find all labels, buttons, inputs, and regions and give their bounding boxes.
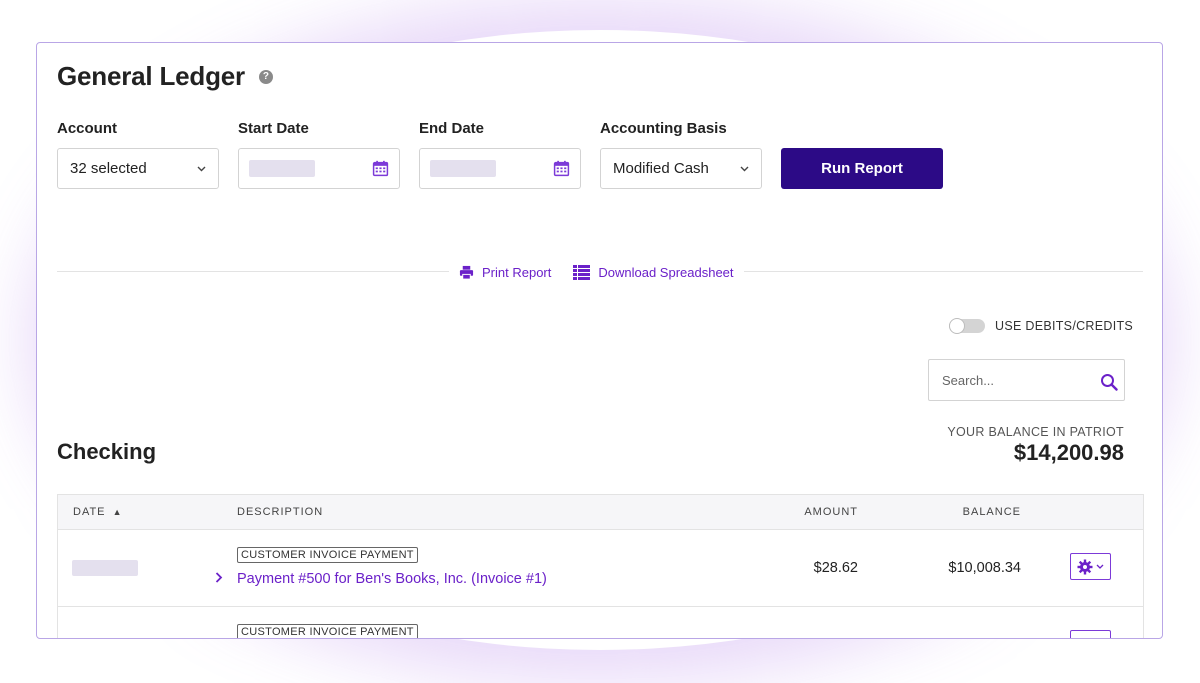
table-row: CUSTOMER INVOICE PAYMENT Payment #500 fo… bbox=[58, 530, 1143, 607]
debits-credits-toggle[interactable] bbox=[949, 318, 985, 334]
print-report-link[interactable]: Print Report bbox=[459, 265, 551, 280]
balance-column-header: BALANCE bbox=[962, 506, 1021, 518]
table-header: DATE ▲ DESCRIPTION AMOUNT BALANCE bbox=[58, 495, 1143, 530]
gear-icon bbox=[1077, 559, 1093, 574]
accounting-basis-field: Accounting Basis Modified Cash bbox=[600, 120, 762, 189]
balance-value: $14,200.98 bbox=[1013, 440, 1124, 465]
balance-label: YOUR BALANCE IN PATRIOT bbox=[947, 425, 1124, 439]
chevron-down-icon bbox=[197, 166, 206, 171]
row-amount: $28.62 bbox=[813, 560, 858, 576]
accounting-basis-value: Modified Cash bbox=[613, 160, 709, 177]
report-actions: Print Report Download Spreadsheet bbox=[449, 261, 744, 283]
download-spreadsheet-label: Download Spreadsheet bbox=[598, 264, 734, 280]
debits-credits-toggle-row: USE DEBITS/CREDITS bbox=[949, 318, 1134, 334]
chevron-down-icon bbox=[740, 166, 749, 171]
transaction-type-badge: CUSTOMER INVOICE PAYMENT bbox=[237, 624, 418, 638]
account-field: Account 32 selected bbox=[57, 120, 219, 189]
print-report-label: Print Report bbox=[482, 264, 552, 280]
debits-credits-label: USE DEBITS/CREDITS bbox=[995, 319, 1134, 333]
calendar-icon[interactable] bbox=[372, 160, 389, 177]
page-title: General Ledger bbox=[57, 61, 245, 91]
row-actions-button[interactable] bbox=[1070, 553, 1111, 580]
end-date-value bbox=[430, 160, 496, 177]
chevron-right-icon[interactable] bbox=[215, 572, 223, 583]
accounting-basis-label: Accounting Basis bbox=[600, 120, 727, 137]
start-date-value bbox=[249, 160, 315, 177]
end-date-input[interactable] bbox=[419, 148, 581, 189]
start-date-field: Start Date bbox=[238, 120, 400, 189]
run-report-button[interactable]: Run Report bbox=[781, 148, 943, 189]
account-select[interactable]: 32 selected bbox=[57, 148, 219, 189]
ledger-table: DATE ▲ DESCRIPTION AMOUNT BALANCE CUSTOM… bbox=[57, 494, 1144, 638]
accounting-basis-select[interactable]: Modified Cash bbox=[600, 148, 762, 189]
search-box bbox=[928, 359, 1125, 401]
section-title: Checking bbox=[57, 439, 157, 464]
calendar-icon[interactable] bbox=[553, 160, 570, 177]
search-input[interactable] bbox=[940, 371, 1094, 389]
row-date bbox=[72, 560, 138, 576]
search-icon[interactable] bbox=[1100, 373, 1118, 391]
general-ledger-card: General Ledger ? Account 32 selected Sta… bbox=[36, 42, 1163, 639]
download-spreadsheet-link[interactable]: Download Spreadsheet bbox=[573, 264, 734, 280]
sort-ascending-icon: ▲ bbox=[112, 507, 123, 517]
spreadsheet-icon bbox=[573, 264, 591, 280]
toggle-knob bbox=[949, 318, 965, 334]
question-circle-icon[interactable]: ? bbox=[258, 69, 273, 84]
chevron-down-icon bbox=[1096, 564, 1104, 569]
date-column-header[interactable]: DATE ▲ bbox=[73, 506, 123, 518]
row-balance: $10,008.34 bbox=[948, 560, 1021, 576]
start-date-label: Start Date bbox=[238, 120, 309, 137]
table-row: CUSTOMER INVOICE PAYMENT bbox=[58, 607, 1143, 638]
description-column-header: DESCRIPTION bbox=[237, 506, 324, 518]
start-date-input[interactable] bbox=[238, 148, 400, 189]
title-row: General Ledger ? bbox=[57, 61, 273, 92]
amount-column-header: AMOUNT bbox=[804, 506, 858, 518]
end-date-field: End Date bbox=[419, 120, 581, 189]
account-select-value: 32 selected bbox=[70, 160, 147, 177]
transaction-description-link[interactable]: Payment #500 for Ben's Books, Inc. (Invo… bbox=[237, 571, 547, 587]
row-actions-button[interactable] bbox=[1070, 630, 1111, 638]
transaction-type-badge: CUSTOMER INVOICE PAYMENT bbox=[237, 547, 418, 563]
account-label: Account bbox=[57, 120, 117, 137]
printer-icon bbox=[459, 265, 474, 280]
date-column-label: DATE bbox=[73, 506, 106, 518]
end-date-label: End Date bbox=[419, 120, 485, 137]
balance-summary: YOUR BALANCE IN PATRIOT $14,200.98 bbox=[947, 425, 1124, 466]
